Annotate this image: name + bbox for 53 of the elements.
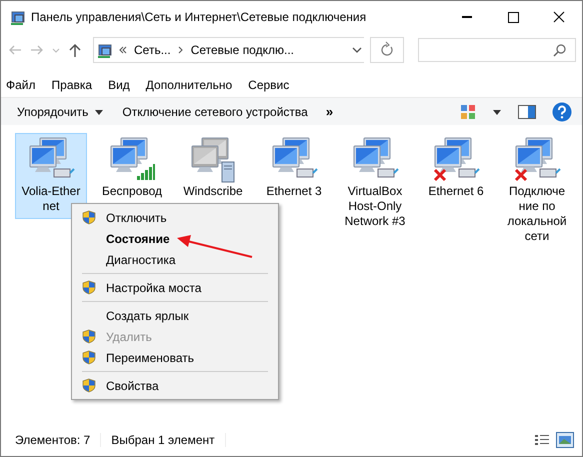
context-menu-item[interactable]: Состояние	[72, 228, 278, 249]
refresh-icon	[381, 44, 393, 56]
help-icon[interactable]	[552, 102, 572, 122]
close-icon	[554, 12, 564, 22]
connection-label: Подключе ние по локальной сети	[507, 184, 567, 244]
menu-item[interactable]: Файл	[6, 78, 36, 92]
breadcrumb[interactable]: Сетевые подклю...	[190, 43, 294, 57]
maximize-icon	[508, 12, 519, 23]
shield-icon	[82, 280, 96, 295]
window-title: Панель управления\Сеть и Интернет\Сетевые подключения	[31, 10, 368, 24]
shield-icon	[82, 378, 96, 393]
menu-item[interactable]: Сервис	[248, 78, 290, 92]
network-connection[interactable]: Windscribe	[177, 133, 249, 204]
context-menu-item[interactable]: Переименовать	[72, 347, 278, 368]
refresh-button[interactable]	[370, 37, 404, 63]
menu-item[interactable]: Дополнительно	[146, 78, 232, 92]
menu-item[interactable]: Правка	[52, 78, 92, 92]
connection-label: Windscribe	[183, 184, 243, 199]
network-folder-icon	[96, 42, 112, 58]
connection-label: Ethernet 3	[266, 184, 322, 199]
more-button[interactable]: »	[322, 102, 338, 121]
connection-label: VirtualBox Host-Only Network #3	[344, 184, 406, 229]
selection-count: Выбран 1 элемент	[111, 433, 226, 447]
shield-icon	[82, 350, 96, 365]
search-icon	[553, 43, 567, 57]
connection-label: Беспровод	[102, 184, 162, 199]
shield-icon	[82, 329, 96, 344]
network-folder-icon	[9, 9, 25, 25]
context-menu-item[interactable]: Создать ярлык	[72, 305, 278, 326]
context-menu-item[interactable]: Диагностика	[72, 249, 278, 270]
caret-icon	[94, 108, 104, 116]
network-connection[interactable]: VirtualBox Host-Only Network #3	[339, 133, 411, 234]
network-computer-icon	[431, 136, 481, 184]
address-bar[interactable]: Сеть... Сетевые подклю...	[93, 37, 364, 63]
network-connection[interactable]: Ethernet 3	[258, 133, 330, 204]
search-field[interactable]	[418, 38, 576, 62]
large-icons-view-icon[interactable]	[556, 432, 574, 448]
network-connection[interactable]: Беспровод	[96, 133, 168, 204]
minimize-icon	[462, 16, 472, 18]
network-computer-icon	[512, 136, 562, 184]
item-count: Элементов: 7	[15, 433, 102, 447]
network-connection[interactable]: Подключе ние по локальной сети	[501, 133, 573, 249]
shield-icon	[82, 210, 96, 225]
menu-item[interactable]: Вид	[108, 78, 130, 92]
context-menu-item[interactable]: Свойства	[72, 375, 278, 396]
connection-label: Ethernet 6	[428, 184, 484, 199]
network-connection[interactable]: Ethernet 6	[420, 133, 492, 204]
details-view-icon[interactable]	[534, 433, 550, 447]
breadcrumb[interactable]: Сеть...	[134, 43, 171, 57]
disable-device-button[interactable]: Отключение сетевого устройства	[118, 102, 312, 120]
network-connection[interactable]: Volia-Ether net	[15, 133, 87, 219]
context-menu-item[interactable]: Настройка моста	[72, 277, 278, 298]
organize-button[interactable]: Упорядочить	[13, 102, 108, 120]
